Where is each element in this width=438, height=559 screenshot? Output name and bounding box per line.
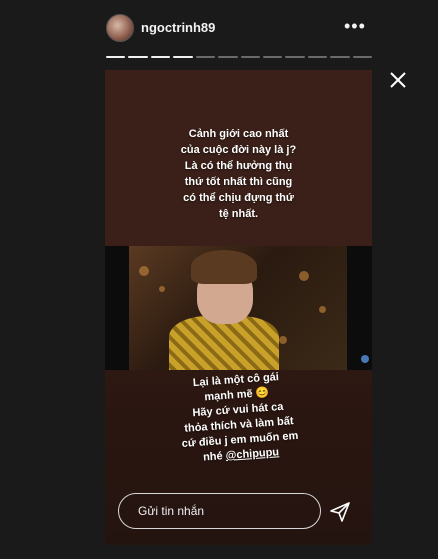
progress-segment — [106, 56, 126, 58]
username[interactable]: ngoctrinh89 — [141, 20, 215, 35]
video-badge-icon — [361, 355, 369, 363]
progress-segment — [352, 56, 373, 58]
progress-segment — [307, 56, 328, 58]
progress-segment — [262, 56, 283, 58]
figure-hair — [191, 250, 257, 284]
progress-segment — [240, 56, 260, 58]
bokeh-light — [139, 266, 149, 276]
story-progress — [106, 56, 373, 59]
story-header: ngoctrinh89 ••• — [0, 0, 438, 60]
video-frame — [129, 246, 347, 370]
bokeh-light — [299, 271, 309, 281]
progress-segment — [150, 56, 171, 58]
bokeh-light — [319, 306, 326, 313]
story-frame[interactable]: Cảnh giới cao nhất của cuộc đời này là j… — [105, 70, 372, 545]
reply-input[interactable]: Gửi tin nhắn — [118, 493, 321, 529]
close-icon[interactable] — [388, 70, 408, 90]
story-video[interactable] — [105, 246, 372, 370]
mention-link[interactable]: @chipupu — [225, 446, 279, 462]
more-options-icon[interactable]: ••• — [344, 16, 366, 37]
progress-segment — [285, 56, 305, 58]
bokeh-light — [279, 336, 287, 344]
progress-segment — [218, 56, 238, 58]
avatar[interactable] — [106, 14, 134, 42]
progress-segment — [330, 56, 350, 58]
figure-dress — [169, 316, 279, 370]
progress-segment — [195, 56, 216, 58]
reply-placeholder: Gửi tin nhắn — [138, 504, 205, 518]
progress-segment — [128, 56, 148, 58]
send-icon[interactable] — [328, 500, 352, 524]
bokeh-light — [159, 286, 165, 292]
progress-segment — [173, 56, 193, 58]
story-caption-bottom: Lại là một cô gái mạnh mẽ 😊 Hãy cứ vui h… — [138, 366, 339, 469]
story-caption-top: Cảnh giới cao nhất của cuộc đời này là j… — [180, 128, 297, 220]
